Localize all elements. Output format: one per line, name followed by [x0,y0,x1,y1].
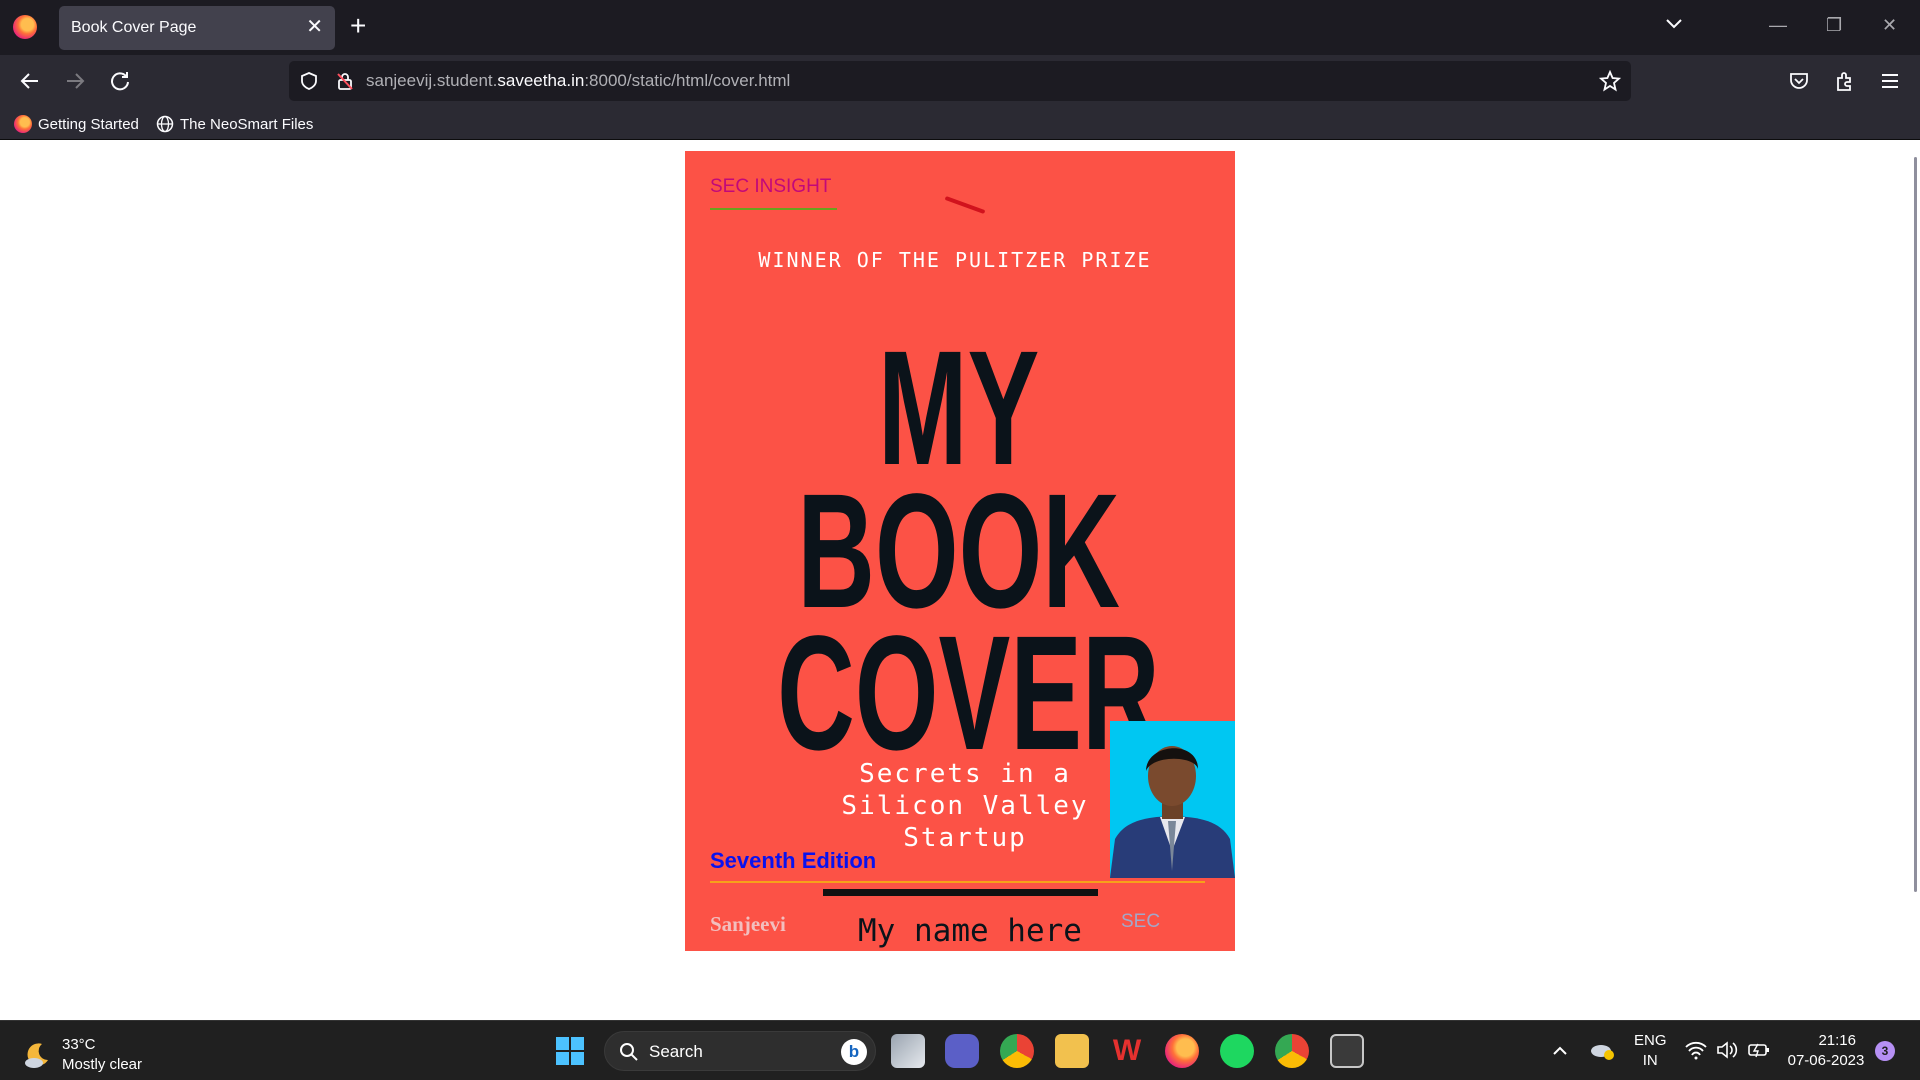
pocket-icon[interactable] [1788,70,1810,92]
task-view-icon[interactable] [891,1034,925,1068]
search-icon [620,1043,638,1061]
onedrive-icon[interactable] [1590,1039,1614,1061]
bookmark-label: Getting Started [38,115,139,133]
tab-bar: Book Cover Page ✕ + — ❐ ✕ [0,0,1920,55]
brand-label: SEC INSIGHT [710,176,832,197]
bookmarks-toolbar: Getting Started The NeoSmart Files [0,107,1920,140]
navigation-toolbar: sanjeevij.student.saveetha.in:8000/stati… [0,55,1920,107]
subtitle-line-1: Secrets in a [859,759,1071,789]
snipping-tool-icon[interactable] [1330,1034,1364,1068]
windows-taskbar: 33°C Mostly clear Search b W ENG IN 21:1… [0,1020,1920,1080]
notification-badge[interactable]: 3 [1875,1041,1895,1061]
chevron-up-icon[interactable] [1552,1043,1568,1059]
url-text: sanjeevij.student.saveetha.in:8000/stati… [366,71,791,90]
firefox-icon [14,115,32,133]
taskbar-search[interactable]: Search b [604,1031,876,1071]
author-name: Sanjeevi [710,912,786,936]
reload-icon [111,72,129,91]
search-label: Search [649,1042,703,1061]
teams-chat-icon[interactable] [945,1034,979,1068]
restore-icon[interactable]: ❐ [1826,14,1842,36]
chrome-icon[interactable] [1000,1034,1034,1068]
back-button[interactable] [15,66,45,96]
close-tab-icon[interactable]: ✕ [306,15,323,39]
file-explorer-icon[interactable] [1055,1034,1089,1068]
back-arrow-icon [20,73,38,89]
award-line: WINNER OF THE PULITZER PRIZE [758,248,1152,272]
new-tab-button[interactable]: + [350,10,366,42]
decorative-slash [944,195,986,215]
bookmark-getting-started[interactable]: Getting Started [14,115,139,133]
weather-description: Mostly clear [62,1056,143,1073]
address-bar[interactable]: sanjeevij.student.saveetha.in:8000/stati… [289,61,1631,101]
spotify-icon[interactable] [1220,1034,1254,1068]
window-close-icon[interactable]: ✕ [1882,14,1897,36]
bookmark-neosmart-files[interactable]: The NeoSmart Files [156,115,313,133]
firefox-menu-icon[interactable] [13,15,37,39]
clock-date: 07-06-2023 [1787,1052,1865,1069]
tab-book-cover[interactable]: Book Cover Page ✕ [59,6,335,50]
clock[interactable]: 21:16 07-06-2023 [1786,1031,1866,1071]
volume-icon[interactable] [1716,1040,1738,1060]
brand-underline [710,208,837,210]
insecure-lock-icon[interactable] [335,71,355,91]
clock-time: 21:16 [1818,1032,1856,1049]
chrome-profile-icon[interactable] [1275,1034,1309,1068]
weather-temperature: 33°C [62,1036,96,1053]
reload-button[interactable] [105,66,135,96]
tab-title: Book Cover Page [71,19,197,36]
bookmark-star-icon[interactable] [1599,70,1621,92]
name-placeholder: My name here [858,913,1082,949]
edition-label: Seventh Edition [710,848,877,873]
subtitle-line-2: Silicon Valley [841,791,1089,821]
orange-divider [710,881,1205,883]
page-scrollbar[interactable] [1914,157,1917,892]
firefox-taskbar-icon[interactable] [1165,1034,1199,1068]
bing-icon: b [841,1039,867,1065]
publisher-label: SEC [1121,911,1161,932]
windows-start-icon[interactable] [555,1036,585,1066]
portrait-image [1110,746,1235,878]
weather-widget[interactable]: 33°C Mostly clear [22,1035,142,1075]
language-indicator[interactable]: ENG IN [1634,1031,1667,1071]
subtitle: Secrets in a Silicon Valley Startup [815,758,1115,854]
wifi-icon[interactable] [1685,1040,1707,1060]
wps-office-icon[interactable]: W [1110,1034,1144,1068]
minimize-icon[interactable]: — [1769,14,1787,36]
hamburger-menu-icon[interactable] [1879,70,1901,92]
extensions-icon[interactable] [1834,70,1856,92]
shield-icon[interactable] [299,71,319,91]
title-line-3: COVER [777,601,1160,784]
forward-button[interactable] [60,66,90,96]
forward-arrow-icon [67,73,85,89]
language-region: IN [1642,1052,1658,1069]
bookmark-label: The NeoSmart Files [180,115,314,133]
battery-icon[interactable] [1747,1040,1771,1060]
globe-icon [156,115,174,133]
language-code: ENG [1634,1032,1667,1049]
author-photo [1110,721,1235,878]
list-all-tabs-icon[interactable] [1664,14,1684,34]
moon-cloud-icon [25,1043,48,1068]
web-page: SEC INSIGHT WINNER OF THE PULITZER PRIZE… [0,141,1920,1020]
book-cover: SEC INSIGHT WINNER OF THE PULITZER PRIZE… [685,151,1235,951]
black-divider [823,889,1098,896]
